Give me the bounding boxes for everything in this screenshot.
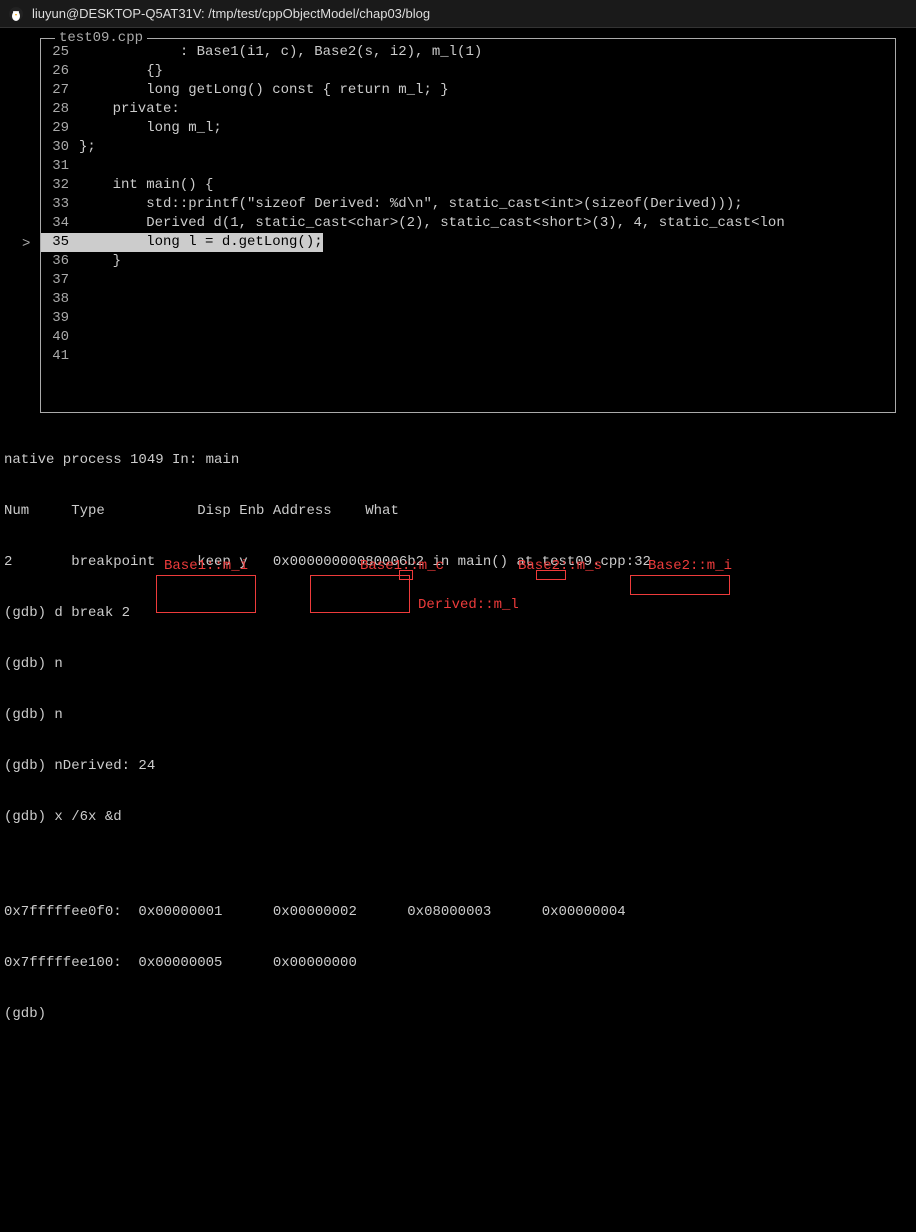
line-number: 34 [41,214,71,233]
line-number: 38 [41,290,71,309]
code-text: long getLong() const { return m_l; } [71,81,449,100]
line-number: 40 [41,328,71,347]
code-line: 39 [41,309,895,328]
line-number: 27 [41,81,71,100]
gdb-cmd: (gdb) x /6x &d [4,808,912,827]
code-line: 36 } [41,252,895,271]
filename-legend: test09.cpp [55,30,147,46]
code-text: long m_l; [71,119,222,138]
line-number: 26 [41,62,71,81]
code-text: }; [71,138,96,157]
code-line: 37 [41,271,895,290]
code-line: 35 long l = d.getLong(); [41,233,895,252]
line-number: 41 [41,347,71,366]
gdb-memory-row: 0x7fffffee100: 0x00000005 0x00000000 [4,954,912,973]
code-text [71,157,79,176]
gdb-cmd: (gdb) n [4,655,912,674]
gdb-breakpoint: 2 breakpoint keep y 0x00000000080006b2 i… [4,553,912,572]
code-panel: test09.cpp 25 : Base1(i1, c), Base2(s, i… [40,38,896,413]
redbox-v4 [630,575,730,595]
gdb-cmd: (gdb) n [4,706,912,725]
code-line: 28 private: [41,100,895,119]
annotation-derived-ml: Derived::m_l [418,597,519,613]
current-line-indicator: > [22,236,30,252]
code-line: 34 Derived d(1, static_cast<char>(2), st… [41,214,895,233]
code-line: 38 [41,290,895,309]
code-text [71,328,79,347]
line-number: 39 [41,309,71,328]
code-line: 25 : Base1(i1, c), Base2(s, i2), m_l(1) [41,43,895,62]
code-line: 27 long getLong() const { return m_l; } [41,81,895,100]
code-text: private: [71,100,180,119]
code-text [71,309,79,328]
code-line: 33 std::printf("sizeof Derived: %d\n", s… [41,195,895,214]
line-number: 37 [41,271,71,290]
gdb-prompt[interactable]: (gdb) [4,1005,912,1024]
penguin-icon [8,6,24,22]
code-text [71,347,79,366]
line-number: 30 [41,138,71,157]
code-text [71,290,79,309]
line-number: 28 [41,100,71,119]
code-text: int main() { [71,176,213,195]
gdb-panel[interactable]: native process 1049 In: main Num Type Di… [0,413,916,1232]
code-text [71,271,79,290]
code-text: long l = d.getLong(); [71,233,323,252]
annotation-base2-ms: Base2::m_s [518,558,602,574]
code-line: 32 int main() { [41,176,895,195]
code-content[interactable]: 25 : Base1(i1, c), Base2(s, i2), m_l(1)2… [41,39,895,370]
code-line: 40 [41,328,895,347]
annotation-base2-mi: Base2::m_i [648,558,732,574]
code-text: {} [71,62,163,81]
annotation-base1-mc: Base1::m_c [360,558,444,574]
line-number: 29 [41,119,71,138]
line-number: 31 [41,157,71,176]
code-line: 30}; [41,138,895,157]
code-line: 41 [41,347,895,366]
annotation-base1-mi: Base1::m_i [164,558,248,574]
window-title: liuyun@DESKTOP-Q5AT31V: /tmp/test/cppObj… [32,6,430,21]
code-line: 31 [41,157,895,176]
gdb-memory-row: 0x7fffffee0f0: 0x00000001 0x00000002 0x0… [4,903,912,922]
gdb-header: Num Type Disp Enb Address What [4,502,912,521]
code-text: } [71,252,121,271]
code-line: 26 {} [41,62,895,81]
line-number: 32 [41,176,71,195]
gdb-cmd: (gdb) nDerived: 24 [4,757,912,776]
line-number: 36 [41,252,71,271]
gdb-status: native process 1049 In: main [4,451,912,470]
code-text: Derived d(1, static_cast<char>(2), stati… [71,214,785,233]
code-text: std::printf("sizeof Derived: %d\n", stat… [71,195,743,214]
titlebar: liuyun@DESKTOP-Q5AT31V: /tmp/test/cppObj… [0,0,916,28]
line-number: 33 [41,195,71,214]
code-line: 29 long m_l; [41,119,895,138]
line-number: 35 [41,233,71,252]
